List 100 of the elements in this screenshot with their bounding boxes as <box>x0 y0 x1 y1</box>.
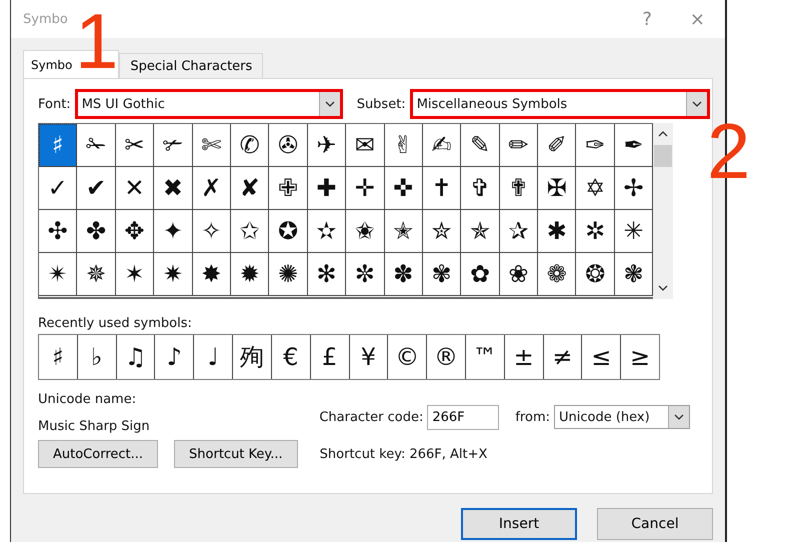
symbol-cell[interactable]: ✖ <box>154 167 193 210</box>
symbol-cell[interactable]: ✍ <box>422 124 462 167</box>
symbol-cell[interactable]: ✯ <box>461 210 500 253</box>
symbol-cell[interactable]: ✫ <box>308 210 346 253</box>
window-title: Symbo <box>23 12 68 26</box>
symbol-cell[interactable]: ❂ <box>576 253 615 296</box>
chevron-up-icon <box>658 131 668 137</box>
tab[interactable]: Special Characters <box>119 53 264 78</box>
symbol-cell[interactable]: ✷ <box>154 253 193 296</box>
symbol-cell[interactable]: ✸ <box>192 253 231 296</box>
symbol-cell[interactable]: ✉ <box>346 124 385 167</box>
dropdown[interactable]: Miscellaneous Symbols <box>410 89 710 119</box>
symbol-cell[interactable]: ✃ <box>154 124 193 167</box>
symbol-cell[interactable]: ✓ <box>39 167 78 210</box>
symbol-cell[interactable]: ✝ <box>422 167 462 210</box>
chevron-down-icon <box>674 414 684 420</box>
symbol-cell[interactable]: ✆ <box>230 124 270 167</box>
symbol-cell[interactable]: ✟ <box>500 167 538 210</box>
symbol-cell[interactable]: ♪ <box>155 335 194 379</box>
symbol-cell[interactable]: £ <box>310 335 350 379</box>
symbol-cell[interactable]: ™ <box>466 335 505 379</box>
symbol-cell[interactable]: ✪ <box>269 210 308 253</box>
symbol-cell[interactable]: ✶ <box>116 253 154 296</box>
symbol-cell[interactable]: ✠ <box>538 167 576 210</box>
cancel-button[interactable]: Cancel <box>597 508 713 540</box>
symbol-cell[interactable]: ♫ <box>116 335 156 379</box>
symbol-cell[interactable]: ✼ <box>346 253 385 296</box>
input-field[interactable]: 266F <box>427 404 500 430</box>
symbol-cell[interactable]: ♯ <box>39 335 78 379</box>
insert-button[interactable]: Insert <box>461 508 577 540</box>
symbol-cell[interactable]: ✙ <box>269 167 308 210</box>
symbol-cell[interactable]: ✕ <box>116 167 154 210</box>
symbol-cell[interactable]: ❁ <box>538 253 576 296</box>
symbol-cell[interactable]: ✇ <box>269 124 308 167</box>
field-label: Subset: <box>356 96 406 112</box>
symbol-cell[interactable]: € <box>272 335 311 379</box>
symbol-cell[interactable]: ✌ <box>384 124 423 167</box>
symbol-cell[interactable]: ✺ <box>269 253 308 296</box>
symbol-cell[interactable]: ✤ <box>77 210 116 253</box>
symbol-cell[interactable]: ≠ <box>544 335 582 379</box>
scroll-thumb[interactable] <box>654 145 672 167</box>
field-label: Character code: <box>319 410 424 424</box>
symbol-cell[interactable]: ✽ <box>384 253 423 296</box>
symbol-cell[interactable]: ✴ <box>39 253 78 296</box>
symbol-cell[interactable]: ✔ <box>77 167 116 210</box>
symbol-cell[interactable]: ✎ <box>461 124 500 167</box>
symbol-cell[interactable]: ✈ <box>308 124 346 167</box>
symbol-cell[interactable]: ✚ <box>308 167 346 210</box>
symbol-cell[interactable]: ❀ <box>500 253 538 296</box>
symbol-cell[interactable]: ✿ <box>461 253 500 296</box>
symbol-cell[interactable]: ✭ <box>384 210 423 253</box>
symbol-cell[interactable]: ± <box>504 335 544 379</box>
symbol-cell[interactable]: ✡ <box>576 167 615 210</box>
help-button[interactable]: ? <box>634 8 660 30</box>
symbol-cell[interactable]: ✧ <box>192 210 231 253</box>
symbol-cell[interactable]: ✄ <box>192 124 231 167</box>
symbol-cell[interactable]: ® <box>427 335 466 379</box>
symbol-cell[interactable]: ✛ <box>346 167 385 210</box>
symbol-cell[interactable]: ✁ <box>77 124 116 167</box>
section-label: Recently used symbols: <box>38 316 193 331</box>
symbol-cell[interactable]: ✘ <box>230 167 270 210</box>
symbol-cell[interactable]: ✑ <box>576 124 615 167</box>
symbol-cell[interactable]: ✦ <box>154 210 193 253</box>
symbol-cell[interactable]: ✻ <box>308 253 346 296</box>
symbol-cell[interactable]: ✲ <box>576 210 615 253</box>
symbol-cell[interactable]: ✏ <box>500 124 538 167</box>
symbol-cell[interactable]: ≤ <box>582 335 622 379</box>
symbol-cell[interactable]: ✳ <box>614 210 654 253</box>
symbol-cell[interactable]: ♯ <box>39 124 78 167</box>
symbol-cell[interactable]: ✩ <box>230 210 270 253</box>
symbol-cell[interactable]: ✾ <box>422 253 462 296</box>
symbol-cell[interactable]: ✹ <box>230 253 270 296</box>
symbol-cell[interactable]: ≥ <box>621 335 659 379</box>
symbol-cell[interactable]: ✮ <box>422 210 462 253</box>
symbol-cell[interactable]: ♩ <box>194 335 234 379</box>
symbol-cell[interactable]: ✬ <box>346 210 385 253</box>
shortcut-key-button[interactable]: Shortcut Key... <box>174 440 298 468</box>
symbol-cell[interactable]: ✂ <box>116 124 154 167</box>
autocorrect-button[interactable]: AutoCorrect... <box>38 440 158 468</box>
close-button[interactable]: × <box>682 8 713 30</box>
symbol-cell[interactable]: ❃ <box>614 253 654 296</box>
dropdown[interactable]: Unicode (hex) <box>554 405 690 429</box>
symbol-cell[interactable]: ✱ <box>538 210 576 253</box>
symbol-cell[interactable]: ♭ <box>78 335 117 379</box>
symbol-cell[interactable]: ✣ <box>39 210 78 253</box>
symbol-cell[interactable]: 殉 <box>233 335 272 379</box>
symbol-cell[interactable]: ✵ <box>77 253 116 296</box>
symbol-cell[interactable]: ✰ <box>500 210 538 253</box>
symbol-cell[interactable]: ✗ <box>192 167 231 210</box>
symbol-cell[interactable]: ✥ <box>116 210 154 253</box>
scrollbar[interactable] <box>653 123 674 299</box>
symbol-cell[interactable]: ¥ <box>350 335 388 379</box>
symbol-cell[interactable]: ✒ <box>614 124 654 167</box>
symbol-cell[interactable]: ✞ <box>461 167 500 210</box>
symbol-cell[interactable]: ✜ <box>384 167 423 210</box>
symbol-cell[interactable]: ✐ <box>538 124 576 167</box>
symbol-cell[interactable]: © <box>388 335 428 379</box>
symbol-cell[interactable]: ✢ <box>614 167 654 210</box>
field-label: Font: <box>38 96 71 112</box>
dropdown[interactable]: MS UI Gothic <box>74 89 343 119</box>
